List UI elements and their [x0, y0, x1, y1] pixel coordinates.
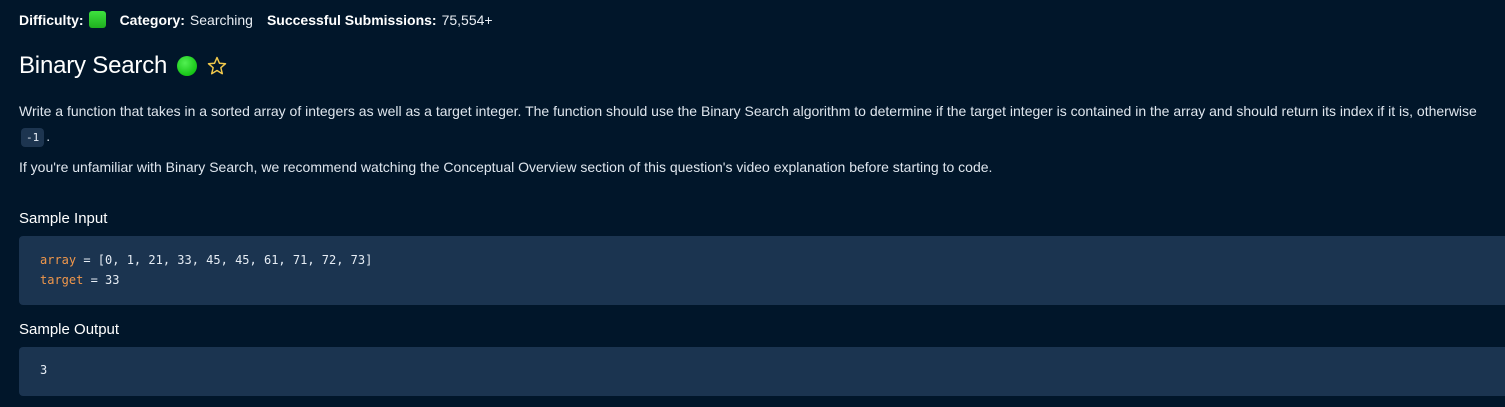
title-row: Binary Search	[19, 52, 228, 80]
category-value: Searching	[189, 11, 253, 28]
description-text-end: .	[46, 128, 51, 144]
problem-description: Write a function that takes in a sorted …	[19, 99, 1499, 149]
category-label: Category:	[119, 11, 185, 28]
code-expression: = [0, 1, 21, 33, 45, 45, 61, 71, 72, 73]	[76, 253, 373, 267]
sample-output-title: Sample Output	[19, 321, 120, 338]
completed-status-icon	[177, 56, 198, 76]
difficulty-group: Difficulty:	[19, 11, 106, 28]
sample-input-title: Sample Input	[19, 210, 108, 227]
code-variable: array	[40, 253, 77, 267]
sample-input-code-block: array = [0, 1, 21, 33, 45, 45, 61, 71, 7…	[19, 236, 1505, 305]
sample-output-code-block: 3	[19, 347, 1505, 396]
code-expression: = 33	[83, 273, 120, 287]
problem-page: Difficulty: Category: Searching Successf…	[0, 0, 1505, 407]
code-variable: target	[40, 273, 84, 287]
code-line: 3	[40, 363, 48, 377]
star-icon[interactable]	[206, 55, 228, 77]
category-group: Category: Searching	[120, 12, 253, 28]
easy-difficulty-icon	[88, 11, 106, 28]
problem-note: If you're unfamiliar with Binary Search,…	[19, 159, 993, 175]
code-line: array = [0, 1, 21, 33, 45, 45, 61, 71, 7…	[40, 250, 1505, 270]
description-text: Write a function that takes in a sorted …	[19, 103, 1477, 119]
code-line: target = 33	[40, 270, 1505, 290]
problem-meta-bar: Difficulty: Category: Searching Successf…	[19, 11, 507, 28]
submissions-label: Successful Submissions:	[266, 11, 437, 28]
difficulty-label: Difficulty:	[19, 11, 84, 28]
submissions-group: Successful Submissions: 75,554+	[267, 12, 493, 28]
inline-code-return-value: -1	[21, 128, 45, 147]
submissions-value: 75,554+	[441, 11, 493, 28]
problem-title: Binary Search	[19, 52, 168, 79]
